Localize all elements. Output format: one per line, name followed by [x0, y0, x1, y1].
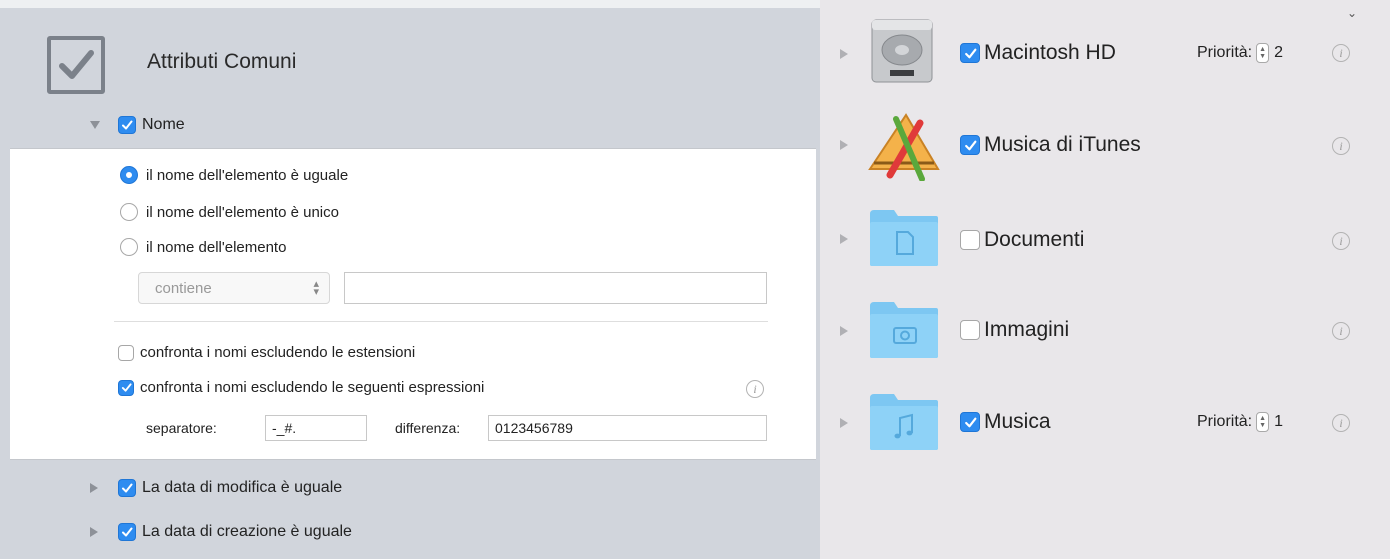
common-attributes-icon — [47, 36, 105, 94]
creation-date-checkbox[interactable] — [118, 523, 136, 541]
page-title: Attributi Comuni — [147, 50, 297, 73]
radio-name-unique[interactable]: il nome dell'elemento è unico — [120, 203, 339, 221]
separator-input[interactable]: -_#. — [265, 415, 367, 441]
name-checkbox[interactable] — [118, 116, 136, 134]
ignore-expressions-checkbox[interactable] — [118, 379, 134, 396]
attributes-panel: Attributi Comuni Nome il nome dell'eleme… — [0, 0, 820, 559]
documents-checkbox[interactable] — [960, 230, 980, 250]
radio-button[interactable] — [120, 238, 138, 256]
ignore-extensions-checkbox[interactable] — [118, 344, 134, 361]
location-label: Musica — [984, 410, 1051, 433]
disclosure-open-icon[interactable] — [90, 121, 100, 129]
info-icon[interactable]: i — [746, 380, 764, 398]
ignore-expressions-label: confronta i nomi escludendo le seguenti … — [140, 379, 485, 396]
location-label: Immagini — [984, 318, 1070, 341]
separator-label: separatore: — [146, 420, 217, 436]
disclosure-closed-icon[interactable] — [90, 527, 98, 537]
ignore-extensions-row[interactable]: confronta i nomi escludendo le estension… — [118, 344, 415, 361]
location-label-wrap: Musica di iTunes — [960, 133, 1141, 157]
condition-select[interactable]: contiene ▴ ▾ — [138, 272, 330, 304]
info-icon[interactable]: i — [1332, 44, 1350, 62]
music-checkbox[interactable] — [960, 412, 980, 432]
disclosure-closed-icon[interactable] — [840, 49, 848, 59]
hard-drive-icon — [871, 19, 933, 83]
location-row-macintosh-hd[interactable]: Macintosh HD Priorità: ▲ ▼ 2 i — [820, 10, 1390, 100]
disclosure-closed-icon[interactable] — [840, 234, 848, 244]
ignore-expressions-row[interactable]: confronta i nomi escludendo le seguenti … — [118, 379, 484, 396]
priority-label: Priorità: — [1197, 44, 1253, 61]
music-folder-icon — [870, 394, 938, 450]
radio-name-equal[interactable]: il nome dell'elemento è uguale — [120, 166, 348, 184]
creation-date-label: La data di creazione è uguale — [142, 523, 352, 540]
location-row-itunes-music[interactable]: Musica di iTunes i — [820, 101, 1390, 191]
priority-label: Priorità: — [1197, 413, 1253, 430]
radio-label: il nome dell'elemento è uguale — [146, 166, 349, 184]
name-label: Nome — [142, 116, 185, 133]
location-label: Musica di iTunes — [984, 133, 1141, 156]
pictures-checkbox[interactable] — [960, 320, 980, 340]
location-label-wrap: Macintosh HD — [960, 41, 1116, 65]
location-row-music[interactable]: Musica Priorità: ▲ ▼ 1 i — [820, 378, 1390, 468]
condition-select-value: contiene — [155, 279, 212, 297]
radio-button[interactable] — [120, 166, 138, 184]
pictures-folder-icon — [870, 302, 938, 358]
radio-name-condition[interactable]: il nome dell'elemento — [120, 238, 286, 256]
info-icon[interactable]: i — [1332, 232, 1350, 250]
divider — [114, 321, 768, 322]
location-row-pictures[interactable]: Immagini i — [820, 286, 1390, 376]
difference-label: differenza: — [395, 420, 461, 436]
location-label: Documenti — [984, 228, 1085, 251]
disclosure-closed-icon[interactable] — [840, 326, 848, 336]
top-strip — [0, 0, 820, 8]
priority-stepper[interactable]: ▲ ▼ — [1256, 43, 1270, 63]
applications-icon — [868, 113, 940, 181]
info-icon[interactable]: i — [1332, 137, 1350, 155]
macintosh-hd-checkbox[interactable] — [960, 43, 980, 63]
info-icon[interactable]: i — [1332, 322, 1350, 340]
location-row-documents[interactable]: Documenti i — [820, 194, 1390, 284]
disclosure-closed-icon[interactable] — [90, 483, 98, 493]
priority-stepper[interactable]: ▲ ▼ — [1256, 412, 1270, 432]
name-options-box: il nome dell'elemento è uguale il nome d… — [10, 148, 816, 460]
priority-value: 1 — [1274, 413, 1284, 430]
priority-control: Priorità: ▲ ▼ 2 — [1197, 43, 1283, 63]
modification-date-label: La data di modifica è uguale — [142, 479, 343, 496]
priority-control: Priorità: ▲ ▼ 1 — [1197, 412, 1283, 432]
info-icon[interactable]: i — [1332, 414, 1350, 432]
creation-date-row[interactable]: La data di creazione è uguale — [90, 523, 352, 541]
modification-date-row[interactable]: La data di modifica è uguale — [90, 479, 342, 497]
difference-input[interactable]: 0123456789 — [488, 415, 767, 441]
name-row[interactable]: Nome — [90, 116, 185, 134]
ignore-extensions-label: confronta i nomi escludendo le estension… — [140, 344, 416, 361]
location-label: Macintosh HD — [984, 41, 1116, 64]
radio-button[interactable] — [120, 203, 138, 221]
attributes-header: Attributi Comuni Nome — [0, 8, 820, 148]
location-label-wrap: Documenti — [960, 228, 1084, 252]
modification-date-checkbox[interactable] — [118, 479, 136, 497]
disclosure-closed-icon[interactable] — [840, 140, 848, 150]
itunes-music-checkbox[interactable] — [960, 135, 980, 155]
radio-label: il nome dell'elemento è unico — [146, 203, 339, 221]
priority-value: 2 — [1274, 44, 1284, 61]
documents-folder-icon — [870, 210, 938, 266]
radio-label: il nome dell'elemento — [146, 238, 287, 256]
locations-panel: ⌄ Macintosh HD Priorità: ▲ ▼ 2 i Musica … — [820, 0, 1390, 559]
location-label-wrap: Immagini — [960, 318, 1069, 342]
disclosure-closed-icon[interactable] — [840, 418, 848, 428]
select-arrows-icon: ▴ ▾ — [313, 278, 319, 298]
location-label-wrap: Musica — [960, 410, 1051, 434]
condition-text-input[interactable] — [344, 272, 767, 304]
